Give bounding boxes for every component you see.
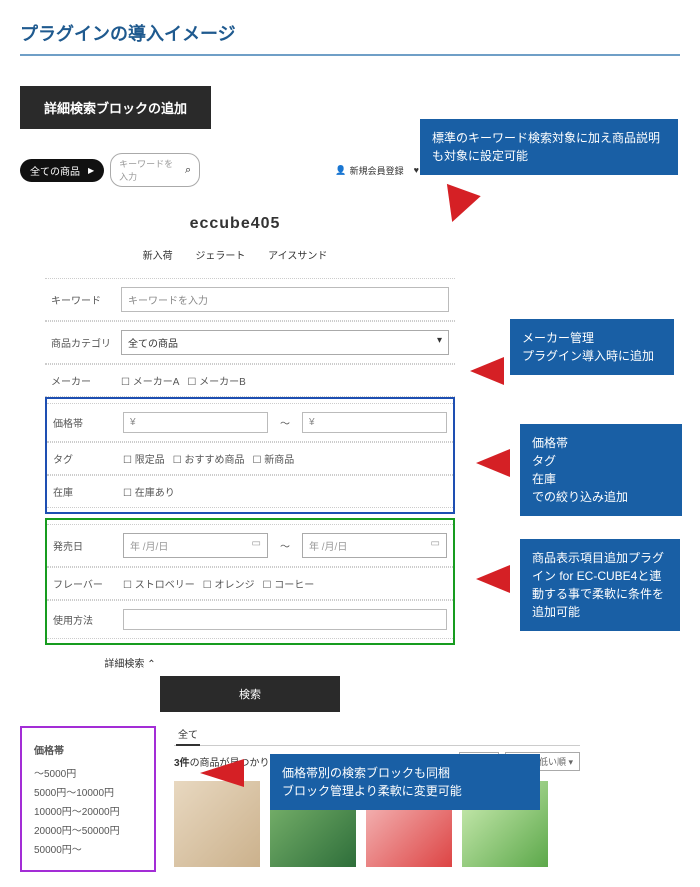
price-range-item[interactable]: 5000円～10000円 (34, 784, 142, 799)
arrow-icon (476, 565, 510, 593)
category-label: 商品カテゴリ (51, 335, 121, 350)
tag-checkbox[interactable]: ☐ おすすめ商品 (173, 451, 245, 466)
range-separator: ～ (280, 538, 290, 553)
price-range-item[interactable]: 50000円～ (34, 841, 142, 856)
release-row: 発売日 年 /月/日▭ ～ 年 /月/日▭ (47, 524, 453, 567)
keyword-input[interactable]: キーワードを入力 (121, 287, 449, 312)
blue-group: 価格帯 ¥ ～ ¥ タグ ☐ 限定品 ☐ おすすめ商品 ☐ 新商品 在庫 ☐ 在… (45, 397, 455, 514)
person-icon: 👤 (335, 165, 346, 176)
category-row: 商品カテゴリ 全ての商品▾ (45, 321, 455, 364)
nav-item[interactable]: アイスサンド (268, 251, 327, 262)
arrow-icon (476, 449, 510, 477)
flavor-label: フレーバー (53, 576, 123, 591)
date-to-input[interactable]: 年 /月/日▭ (302, 533, 447, 558)
flavor-checkbox[interactable]: ☐ ストロベリー (123, 576, 195, 591)
price-row: 価格帯 ¥ ～ ¥ (47, 403, 453, 442)
callout-addon: 商品表示項目追加プラグイン for EC-CUBE4と連動する事で柔軟に条件を追… (520, 539, 680, 631)
nav-menu: 新入荷 ジェラート アイスサンド (10, 247, 700, 262)
flavor-row: フレーバー ☐ ストロベリー ☐ オレンジ ☐ コーヒー (47, 567, 453, 600)
calendar-icon: ▭ (252, 538, 261, 553)
howto-label: 使用方法 (53, 612, 123, 627)
site-logo: eccube405 (10, 215, 700, 233)
search-button[interactable]: 検索 (160, 676, 340, 712)
page-title: プラグインの導入イメージ (20, 10, 680, 56)
price-range-item[interactable]: 20000円～50000円 (34, 822, 142, 837)
range-separator: ～ (280, 415, 290, 430)
callout-keyword: 標準のキーワード検索対象に加え商品説明も対象に設定可能 (420, 119, 678, 175)
tag-checkbox[interactable]: ☐ 新商品 (253, 451, 295, 466)
chevron-up-icon: ⌃ (147, 659, 155, 670)
callout-maker: メーカー管理 プラグイン導入時に追加 (510, 319, 674, 375)
price-max-input[interactable]: ¥ (302, 412, 447, 433)
price-label: 価格帯 (53, 415, 123, 430)
keyword-label: キーワード (51, 292, 121, 307)
calendar-icon: ▭ (431, 538, 440, 553)
howto-row: 使用方法 (47, 600, 453, 639)
flavor-checkbox[interactable]: ☐ コーヒー (263, 576, 315, 591)
price-range-block: 価格帯 ～5000円 5000円～10000円 10000円～20000円 20… (20, 726, 156, 872)
price-range-title: 価格帯 (34, 742, 142, 757)
results-tab[interactable]: 全て (174, 726, 580, 746)
product-thumbnail[interactable] (174, 781, 260, 867)
category-dropdown[interactable]: 全ての商品 (20, 159, 104, 182)
price-range-item[interactable]: ～5000円 (34, 765, 142, 780)
stock-row: 在庫 ☐ 在庫あり (47, 475, 453, 508)
tag-checkbox[interactable]: ☐ 限定品 (123, 451, 165, 466)
chevron-down-icon: ▾ (437, 335, 442, 350)
date-from-input[interactable]: 年 /月/日▭ (123, 533, 268, 558)
price-min-input[interactable]: ¥ (123, 412, 268, 433)
callout-filter: 価格帯 タグ 在庫 での絞り込み追加 (520, 424, 682, 516)
detail-search-toggle[interactable]: 詳細検索 ⌃ (45, 655, 455, 670)
keyword-row: キーワード キーワードを入力 (45, 278, 455, 321)
nav-item[interactable]: ジェラート (195, 251, 245, 262)
release-label: 発売日 (53, 538, 123, 553)
maker-label: メーカー (51, 373, 121, 388)
search-placeholder: キーワードを入力 (119, 157, 181, 183)
search-icon[interactable]: ⌕ (185, 164, 191, 177)
maker-checkbox-b[interactable]: ☐ メーカーB (187, 373, 245, 388)
tag-label: タグ (53, 451, 123, 466)
stock-label: 在庫 (53, 484, 123, 499)
category-select[interactable]: 全ての商品▾ (121, 330, 449, 355)
price-range-item[interactable]: 10000円～20000円 (34, 803, 142, 818)
arrow-icon (200, 759, 244, 787)
heart-icon: ♥ (414, 165, 419, 175)
tag-row: タグ ☐ 限定品 ☐ おすすめ商品 ☐ 新商品 (47, 442, 453, 475)
maker-checkbox-a[interactable]: ☐ メーカーA (121, 373, 179, 388)
search-input-small[interactable]: キーワードを入力 ⌕ (110, 153, 200, 187)
maker-row: メーカー ☐ メーカーA ☐ メーカーB (45, 364, 455, 397)
green-group: 発売日 年 /月/日▭ ～ 年 /月/日▭ フレーバー ☐ ストロベリー ☐ オ… (45, 518, 455, 645)
register-link[interactable]: 👤新規会員登録 (335, 164, 403, 177)
howto-input[interactable] (123, 609, 447, 630)
nav-item[interactable]: 新入荷 (143, 251, 173, 262)
callout-price-block: 価格帯別の検索ブロックも同梱 ブロック管理より柔軟に変更可能 (270, 754, 540, 810)
arrow-icon (470, 357, 504, 385)
section-header: 詳細検索ブロックの追加 (20, 86, 211, 129)
stock-checkbox[interactable]: ☐ 在庫あり (123, 484, 175, 499)
flavor-checkbox[interactable]: ☐ オレンジ (203, 576, 255, 591)
